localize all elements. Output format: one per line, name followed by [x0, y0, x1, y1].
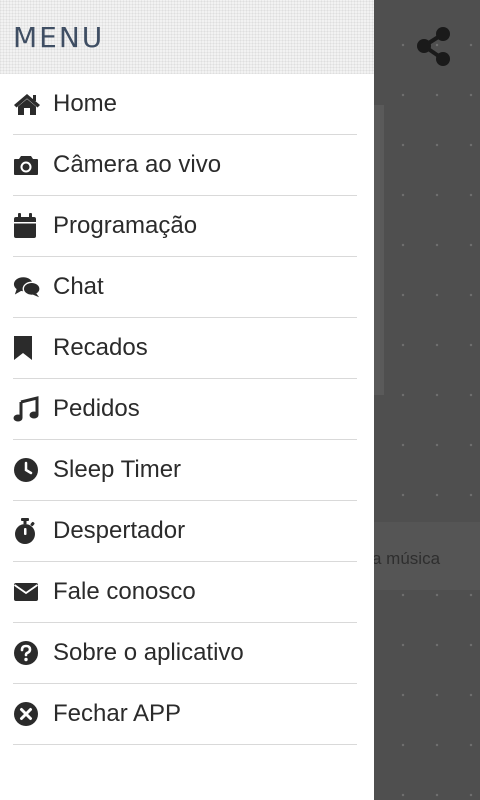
background-music-text: a música	[372, 549, 441, 568]
stopwatch-icon	[13, 517, 41, 545]
menu-item-label: Fechar APP	[53, 700, 182, 727]
menu-item-label: Sleep Timer	[53, 456, 182, 483]
camera-icon	[13, 151, 41, 179]
share-icon[interactable]	[414, 26, 454, 68]
background-panel	[374, 105, 384, 395]
close-circle-icon	[13, 700, 41, 728]
menu-item-schedule[interactable]: Programação	[13, 196, 357, 257]
menu-item-about[interactable]: Sobre o aplicativo	[13, 623, 357, 684]
menu-item-sleep-timer[interactable]: Sleep Timer	[13, 440, 357, 501]
menu-item-label: Recados	[53, 334, 148, 361]
menu-item-label: Câmera ao vivo	[53, 151, 222, 178]
menu-item-label: Chat	[53, 273, 104, 300]
question-icon	[13, 639, 41, 667]
menu-item-home[interactable]: Home	[13, 74, 357, 135]
music-icon	[13, 395, 41, 423]
menu-item-camera[interactable]: Câmera ao vivo	[13, 135, 357, 196]
envelope-icon	[13, 578, 41, 606]
menu-item-requests[interactable]: Pedidos	[13, 379, 357, 440]
menu-item-label: Despertador	[53, 517, 186, 544]
navigation-drawer: MENU Home Câmera ao vivo Programação Cha…	[0, 0, 374, 800]
menu-item-label: Pedidos	[53, 395, 140, 422]
menu-item-contact[interactable]: Fale conosco	[13, 562, 357, 623]
menu-item-alarm[interactable]: Despertador	[13, 501, 357, 562]
drawer-header: MENU	[0, 0, 374, 74]
menu-item-messages[interactable]: Recados	[13, 318, 357, 379]
menu-item-label: Programação	[53, 212, 198, 239]
menu-list: Home Câmera ao vivo Programação Chat Rec…	[0, 74, 374, 745]
menu-item-close-app[interactable]: Fechar APP	[13, 684, 357, 745]
menu-item-label: Home	[53, 90, 118, 117]
menu-item-label: Sobre o aplicativo	[53, 639, 244, 666]
bookmark-icon	[13, 334, 41, 362]
menu-item-chat[interactable]: Chat	[13, 257, 357, 318]
home-icon	[13, 90, 41, 118]
menu-title: MENU	[13, 21, 105, 54]
menu-item-label: Fale conosco	[53, 578, 196, 605]
chat-icon	[13, 273, 41, 301]
calendar-icon	[13, 212, 41, 240]
clock-icon	[13, 456, 41, 484]
